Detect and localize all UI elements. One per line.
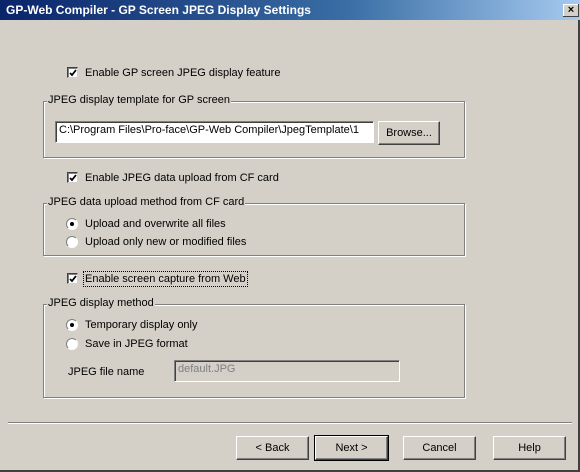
- upload-method-legend: JPEG data upload method from CF card: [47, 196, 246, 208]
- window-title: GP-Web Compiler - GP Screen JPEG Display…: [6, 3, 311, 17]
- checkmark-icon: [69, 69, 77, 77]
- cancel-button[interactable]: Cancel: [403, 436, 476, 460]
- enable-screen-capture-label[interactable]: Enable screen capture from Web: [83, 271, 248, 287]
- help-button[interactable]: Help: [493, 436, 566, 460]
- separator: [8, 422, 572, 424]
- save-jpeg-label[interactable]: Save in JPEG format: [85, 338, 188, 350]
- radio-dot-icon: [70, 222, 74, 226]
- template-group-legend: JPEG display template for GP screen: [47, 94, 231, 106]
- template-path-field[interactable]: C:\Program Files\Pro-face\GP-Web Compile…: [55, 121, 374, 143]
- back-button[interactable]: < Back: [236, 436, 309, 460]
- radio-dot-icon: [70, 323, 74, 327]
- checkmark-icon: [69, 174, 77, 182]
- jpeg-file-name-field[interactable]: default.JPG: [174, 360, 400, 382]
- close-icon[interactable]: ×: [563, 4, 579, 17]
- upload-overwrite-radio[interactable]: [66, 218, 78, 230]
- enable-cf-upload-label[interactable]: Enable JPEG data upload from CF card: [85, 172, 279, 184]
- enable-jpeg-display-checkbox[interactable]: [67, 67, 78, 78]
- temporary-display-radio[interactable]: [66, 319, 78, 331]
- next-button[interactable]: Next >: [314, 435, 389, 461]
- enable-jpeg-display-label[interactable]: Enable GP screen JPEG display feature: [85, 67, 280, 79]
- enable-screen-capture-checkbox[interactable]: [67, 273, 78, 284]
- title-bar: GP-Web Compiler - GP Screen JPEG Display…: [0, 0, 580, 20]
- upload-new-modified-radio[interactable]: [66, 236, 78, 248]
- temporary-display-label[interactable]: Temporary display only: [85, 319, 198, 331]
- upload-overwrite-label[interactable]: Upload and overwrite all files: [85, 218, 226, 230]
- save-jpeg-radio[interactable]: [66, 338, 78, 350]
- upload-new-modified-label[interactable]: Upload only new or modified files: [85, 236, 246, 248]
- jpeg-file-name-label: JPEG file name: [68, 366, 145, 378]
- display-method-legend: JPEG display method: [47, 297, 155, 309]
- enable-cf-upload-checkbox[interactable]: [67, 172, 78, 183]
- checkmark-icon: [69, 275, 77, 283]
- browse-button[interactable]: Browse...: [378, 121, 440, 145]
